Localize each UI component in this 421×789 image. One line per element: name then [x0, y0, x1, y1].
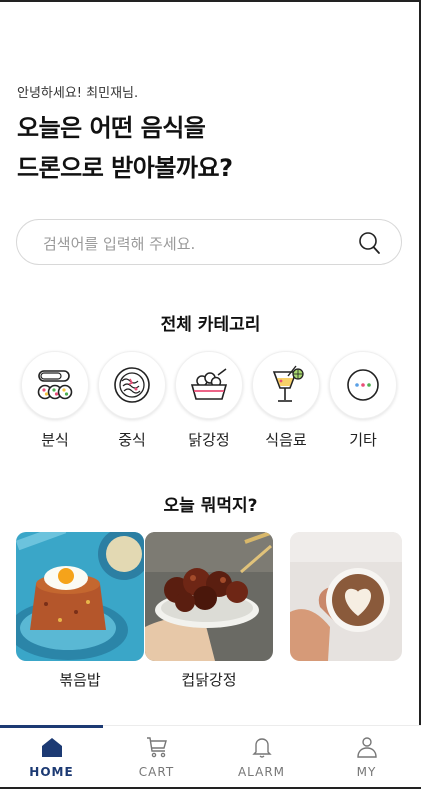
nav-alarm-label: ALARM: [237, 765, 286, 779]
search-input[interactable]: 검색어를 입력해 주세요.: [43, 233, 195, 254]
nav-alarm[interactable]: ALARM: [210, 735, 313, 779]
chinese-food-icon: [114, 367, 150, 403]
category-circle[interactable]: [21, 351, 89, 419]
food-card-cup-chicken[interactable]: 컵닭강정: [145, 532, 273, 689]
category-label: 식음료: [265, 431, 307, 449]
food-card-latte[interactable]: 라떼: [290, 532, 402, 661]
headline: 오늘은 어떤 음식을 드론으로 받아볼까요?: [17, 108, 233, 188]
greeting-text: 안녕하세요! 최민재님.: [17, 86, 139, 101]
recommend-section-title: 오늘 뭐먹지?: [163, 496, 258, 516]
headline-line-2: 드론으로 받아볼까요?: [17, 154, 233, 182]
headline-line-1: 오늘은 어떤 음식을: [17, 114, 206, 142]
category-label: 기타: [349, 431, 377, 449]
drink-icon: [272, 365, 304, 402]
search-icon[interactable]: [357, 231, 381, 255]
category-item-etc[interactable]: 기타: [329, 351, 397, 449]
nav-home-label: HOME: [29, 765, 74, 779]
search-bar[interactable]: 검색어를 입력해 주세요.: [16, 219, 402, 265]
user-icon: [356, 737, 377, 758]
category-item-snack[interactable]: 분식: [21, 351, 89, 449]
category-circle[interactable]: [329, 351, 397, 419]
kimbap-icon: [37, 370, 73, 400]
nav-cart-label: CART: [138, 765, 175, 779]
food-label: 볶음밥: [59, 671, 101, 689]
fried-chicken-icon: [190, 368, 228, 400]
category-item-drink[interactable]: 식음료: [252, 351, 320, 449]
top-border: [0, 0, 421, 2]
more-icon: [347, 369, 379, 401]
home-icon: [41, 738, 62, 757]
fried-rice-image[interactable]: [16, 532, 144, 661]
nav-home[interactable]: HOME: [0, 735, 103, 779]
bell-icon: [251, 738, 272, 758]
category-circle[interactable]: [98, 351, 166, 419]
category-section-title: 전체 카테고리: [160, 315, 261, 335]
food-label: 컵닭강정: [181, 671, 237, 689]
bottom-nav: HOME CART ALARM MY: [0, 725, 421, 789]
nav-my-label: MY: [356, 765, 377, 779]
category-circle[interactable]: [252, 351, 320, 419]
cup-chicken-image[interactable]: [145, 532, 273, 661]
category-item-chinese[interactable]: 중식: [98, 351, 166, 449]
nav-my[interactable]: MY: [315, 735, 418, 779]
category-item-chicken[interactable]: 닭강정: [175, 351, 243, 449]
category-label: 분식: [41, 431, 69, 449]
category-label: 중식: [118, 431, 146, 449]
food-card-fried-rice[interactable]: 볶음밥: [16, 532, 144, 689]
category-label: 닭강정: [188, 431, 230, 449]
nav-active-indicator: [0, 725, 103, 728]
cart-icon: [146, 737, 167, 758]
category-circle[interactable]: [175, 351, 243, 419]
nav-cart[interactable]: CART: [105, 735, 208, 779]
latte-image[interactable]: [290, 532, 402, 661]
